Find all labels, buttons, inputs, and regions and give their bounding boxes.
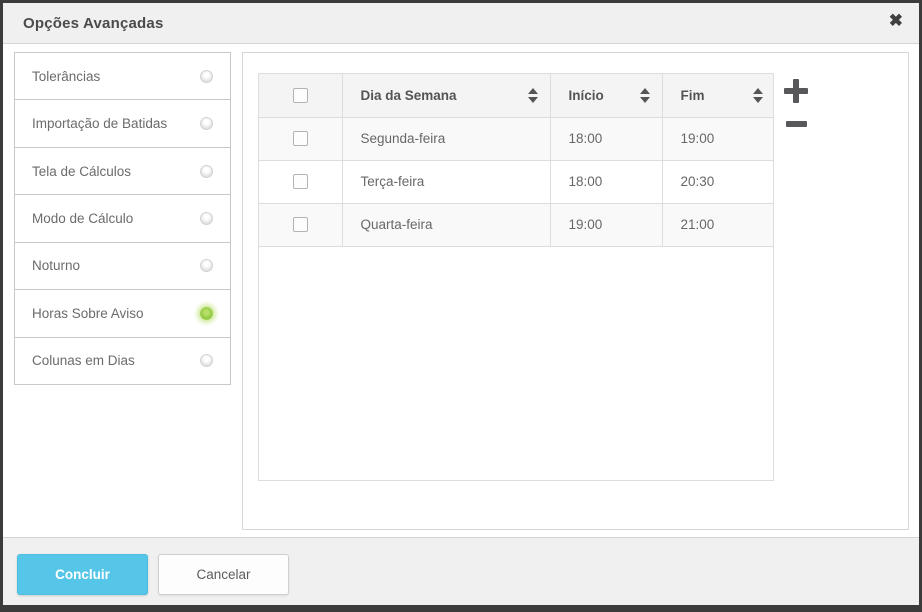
- sidebar-item-modo-de-calculo[interactable]: Modo de Cálculo: [15, 195, 230, 242]
- table-row[interactable]: Segunda-feira 18:00 19:00: [259, 117, 774, 160]
- dialog-titlebar: Opções Avançadas ✖: [3, 3, 919, 44]
- radio-icon[interactable]: [200, 212, 213, 225]
- sidebar-item-label: Colunas em Dias: [32, 353, 135, 368]
- sidebar-item-label: Importação de Batidas: [32, 116, 167, 131]
- dialog-footer: Concluir Cancelar: [3, 537, 919, 605]
- select-all-checkbox[interactable]: [293, 88, 308, 103]
- end-cell: 19:00: [662, 117, 774, 160]
- minus-icon[interactable]: [786, 121, 807, 127]
- column-header-label: Início: [569, 88, 604, 103]
- table-row[interactable]: Terça-feira 18:00 20:30: [259, 160, 774, 203]
- sort-icon[interactable]: [528, 88, 538, 103]
- row-select-cell: [259, 160, 342, 203]
- sidebar-item-horas-sobre-aviso[interactable]: Horas Sobre Aviso: [15, 290, 230, 337]
- sidebar-item-noturno[interactable]: Noturno: [15, 243, 230, 290]
- radio-icon[interactable]: [200, 165, 213, 178]
- close-icon[interactable]: ✖: [889, 12, 903, 29]
- column-header-day[interactable]: Dia da Semana: [342, 74, 550, 117]
- radio-icon[interactable]: [200, 117, 213, 130]
- radio-icon[interactable]: [200, 70, 213, 83]
- sidebar-item-label: Tolerâncias: [32, 69, 100, 84]
- sidebar-item-colunas-em-dias[interactable]: Colunas em Dias: [15, 338, 230, 384]
- dialog-title: Opções Avançadas: [23, 15, 164, 32]
- sort-icon[interactable]: [753, 88, 763, 103]
- column-header-label: Dia da Semana: [361, 88, 457, 103]
- day-cell: Terça-feira: [342, 160, 550, 203]
- schedule-table: Dia da Semana Início F: [259, 74, 774, 247]
- schedule-table-container: Dia da Semana Início F: [258, 73, 774, 481]
- column-header-label: Fim: [681, 88, 705, 103]
- sidebar-item-label: Noturno: [32, 258, 80, 273]
- start-cell: 18:00: [550, 160, 662, 203]
- start-cell: 18:00: [550, 117, 662, 160]
- radio-selected-icon[interactable]: [200, 307, 213, 320]
- table-actions: [784, 79, 808, 127]
- confirm-button[interactable]: Concluir: [17, 554, 148, 595]
- end-cell: 21:00: [662, 203, 774, 246]
- options-sidebar: Tolerâncias Importação de Batidas Tela d…: [14, 52, 231, 385]
- row-select-cell: [259, 117, 342, 160]
- end-cell: 20:30: [662, 160, 774, 203]
- column-header-end[interactable]: Fim: [662, 74, 774, 117]
- advanced-options-dialog: Opções Avançadas ✖ Tolerâncias Importaçã…: [0, 0, 922, 612]
- radio-icon[interactable]: [200, 354, 213, 367]
- select-all-header: [259, 74, 342, 117]
- sort-icon[interactable]: [640, 88, 650, 103]
- plus-icon[interactable]: [784, 79, 808, 103]
- cancel-button[interactable]: Cancelar: [158, 554, 289, 595]
- sidebar-item-tolerancias[interactable]: Tolerâncias: [15, 53, 230, 100]
- sidebar-item-label: Modo de Cálculo: [32, 211, 133, 226]
- start-cell: 19:00: [550, 203, 662, 246]
- radio-icon[interactable]: [200, 259, 213, 272]
- row-select-cell: [259, 203, 342, 246]
- row-checkbox[interactable]: [293, 217, 308, 232]
- sidebar-item-label: Tela de Cálculos: [32, 164, 131, 179]
- day-cell: Segunda-feira: [342, 117, 550, 160]
- day-cell: Quarta-feira: [342, 203, 550, 246]
- column-header-start[interactable]: Início: [550, 74, 662, 117]
- sidebar-item-label: Horas Sobre Aviso: [32, 306, 144, 321]
- table-row[interactable]: Quarta-feira 19:00 21:00: [259, 203, 774, 246]
- table-header-row: Dia da Semana Início F: [259, 74, 774, 117]
- sidebar-item-tela-de-calculos[interactable]: Tela de Cálculos: [15, 148, 230, 195]
- row-checkbox[interactable]: [293, 131, 308, 146]
- sidebar-item-importacao-de-batidas[interactable]: Importação de Batidas: [15, 100, 230, 147]
- schedule-panel: Dia da Semana Início F: [242, 52, 909, 530]
- row-checkbox[interactable]: [293, 174, 308, 189]
